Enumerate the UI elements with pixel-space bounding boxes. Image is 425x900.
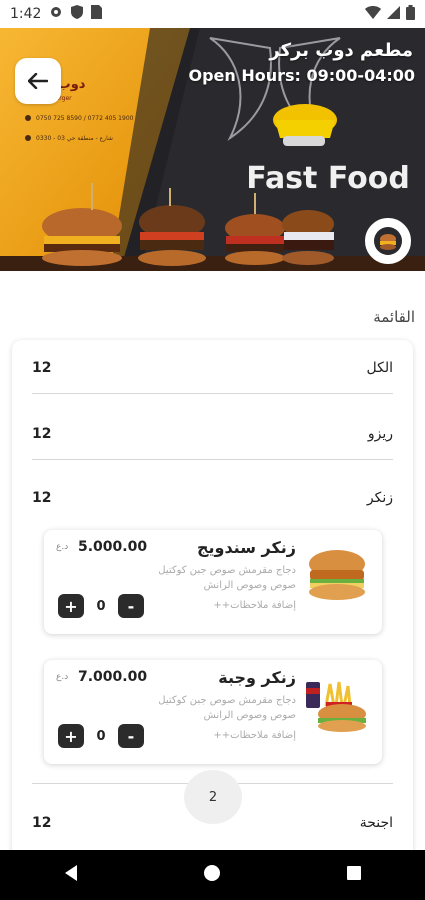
banner-image: Fast Food دوب بركر dub burger 0750 725 8… (0, 28, 425, 271)
zinger-meal-image (304, 676, 370, 734)
add-notes-link[interactable]: إضافة ملاحظات++ (213, 730, 296, 741)
category-name: اجنحة (359, 815, 393, 831)
address-text: 0330 - 03 شارع - منطقة حي (36, 135, 113, 142)
category-count: 12 (32, 490, 52, 506)
nav-home-button[interactable] (192, 855, 232, 895)
sim-card-icon (91, 5, 103, 23)
menu-item-card[interactable]: زنكر وجبة 7.000.00 د.ع دجاج مقرمش صوص جب… (44, 660, 382, 764)
category-name: الكل (366, 360, 394, 376)
item-name: زنكر سندويج (196, 538, 296, 557)
divider (32, 459, 393, 460)
triangle-back-icon (63, 864, 79, 886)
back-button[interactable] (15, 58, 61, 104)
item-currency: د.ع (56, 542, 69, 552)
shield-icon (71, 5, 84, 23)
banner-text: Fast Food (246, 161, 410, 196)
category-count: 12 (32, 426, 52, 442)
burger-4-image (282, 210, 334, 265)
burger-1-image (42, 208, 122, 266)
arrow-left-icon (28, 73, 48, 89)
item-description: دجاج مقرمش صوص جبن كوكتيل صوص وصوص الران… (158, 695, 296, 721)
category-name: زنكر (366, 490, 393, 506)
circle-home-icon (203, 864, 221, 886)
open-hours: Open Hours: 09:00-04:00 (188, 66, 415, 85)
increase-button[interactable]: + (58, 594, 84, 618)
store-logo-icon (374, 227, 402, 255)
status-time: 1:42 (10, 6, 42, 22)
item-description: دجاج مقرمش صوص جبن كوكتيل صوص وصوص الران… (158, 565, 296, 591)
category-row-zinger[interactable]: 12 زنكر (32, 478, 393, 518)
battery-icon (406, 4, 415, 24)
nav-recents-button[interactable] (334, 855, 374, 895)
add-notes-link[interactable]: إضافة ملاحظات++ (213, 600, 296, 611)
category-count: 12 (32, 360, 52, 376)
page-indicator[interactable]: 2 (184, 770, 242, 824)
quantity-value: 0 (96, 728, 106, 744)
menu-title: القائمة (373, 308, 415, 326)
status-bar: 1:42 (0, 0, 425, 28)
item-price: 5.000.00 (78, 539, 148, 555)
menu-item-card[interactable]: زنكر سندويج 5.000.00 د.ع دجاج مقرمش صوص … (44, 530, 382, 634)
quantity-stepper: + 0 - (58, 594, 144, 618)
item-currency: د.ع (56, 672, 69, 682)
decrease-button[interactable]: - (118, 724, 144, 748)
divider (32, 393, 393, 394)
zinger-sandwich-image (304, 546, 370, 604)
category-row-all[interactable]: 12 الكل (32, 348, 393, 388)
wifi-icon (365, 5, 381, 23)
increase-button[interactable]: + (58, 724, 84, 748)
category-name: ريزو (367, 426, 393, 442)
signal-icon (387, 5, 400, 23)
item-price: 7.000.00 (78, 669, 148, 685)
store-avatar[interactable] (365, 218, 411, 264)
burger-2-image (138, 205, 206, 266)
quantity-value: 0 (96, 598, 106, 614)
decrease-button[interactable]: - (118, 594, 144, 618)
burger-3-image (225, 214, 285, 265)
item-name: زنكر وجبة (218, 668, 296, 687)
system-nav-bar (0, 850, 425, 900)
store-name: مطعم دوب بركر (269, 40, 413, 61)
square-recents-icon (346, 865, 362, 885)
store-banner: Fast Food دوب بركر dub burger 0750 725 8… (0, 28, 425, 271)
quantity-stepper: + 0 - (58, 724, 144, 748)
phone-text: 0750 725 8590 / 0772 405 1900 (36, 115, 134, 122)
gear-icon (49, 5, 63, 23)
category-row-rizzo[interactable]: 12 ريزو (32, 414, 393, 454)
nav-back-button[interactable] (51, 855, 91, 895)
category-count: 12 (32, 815, 52, 831)
